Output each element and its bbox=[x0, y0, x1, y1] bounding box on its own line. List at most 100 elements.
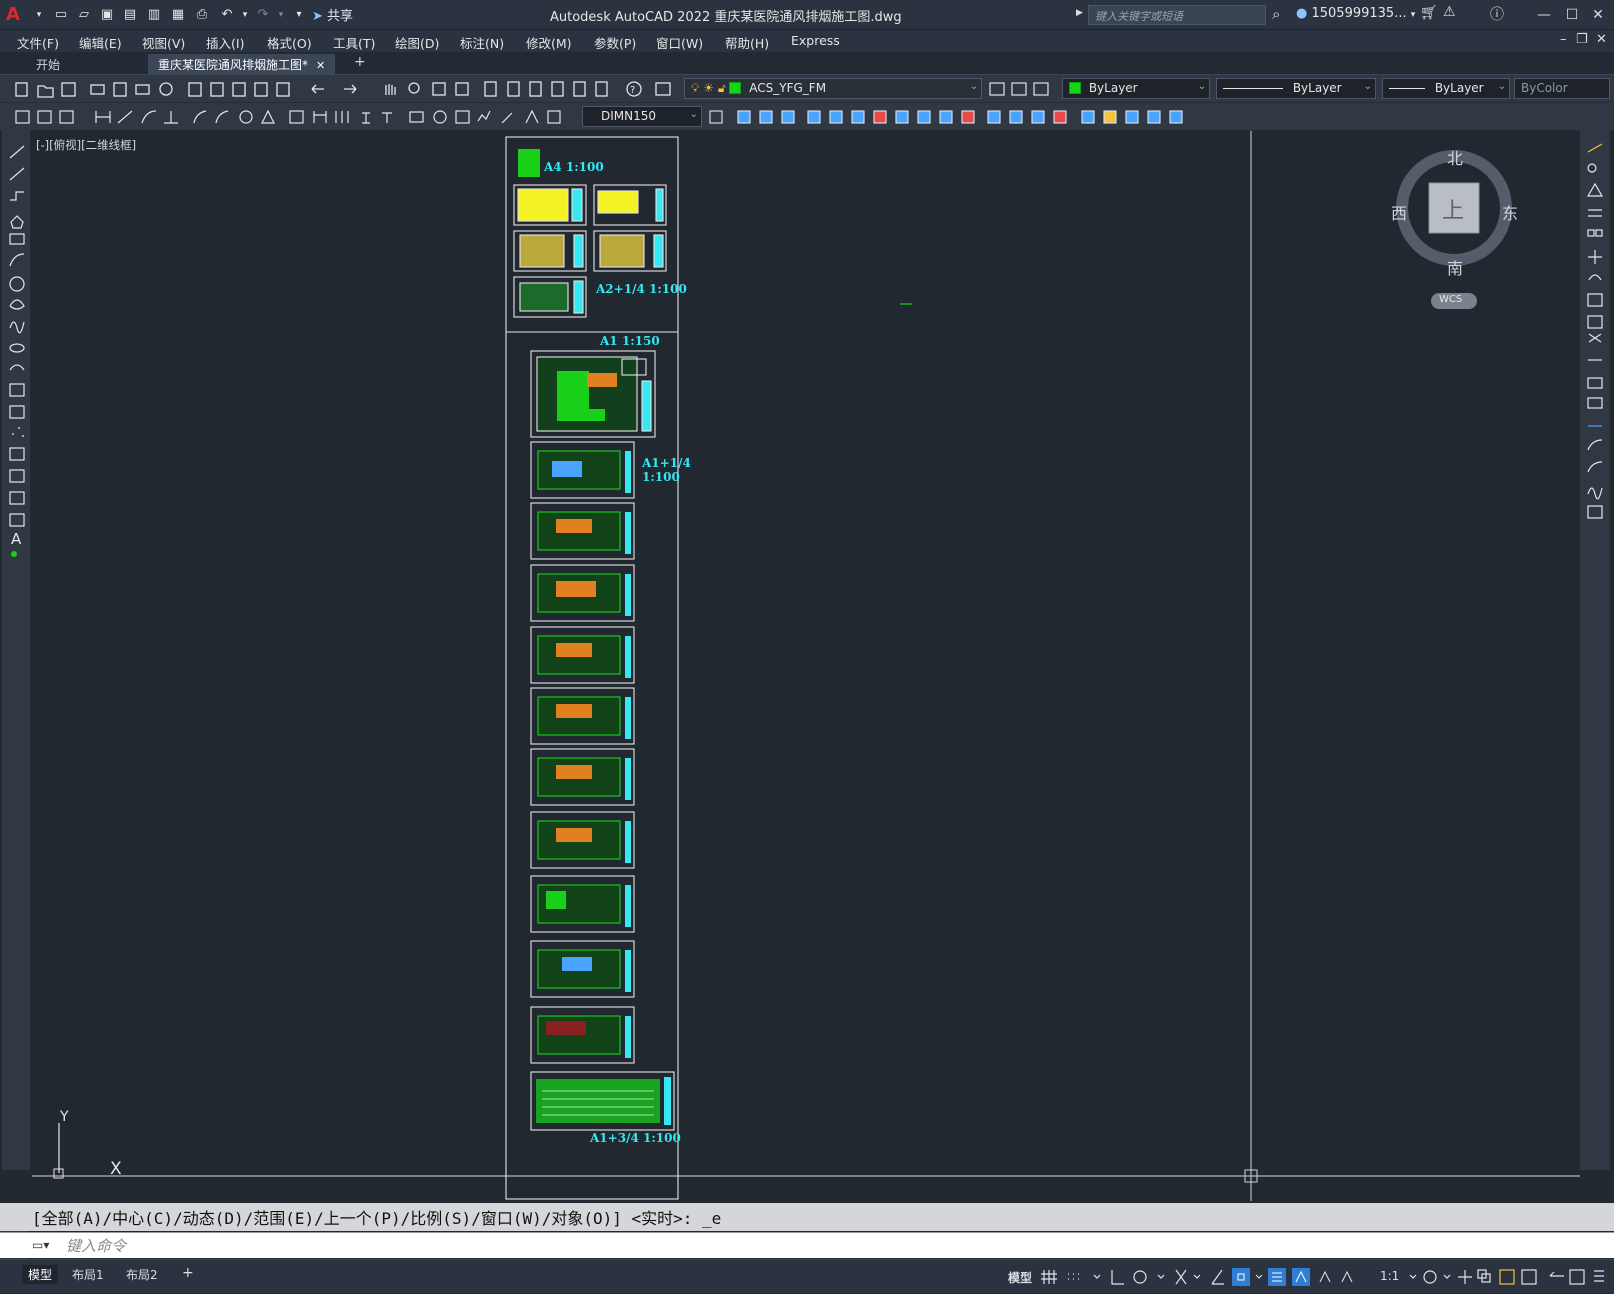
tab-drawing[interactable]: 重庆某医院通风排烟施工图* ✕ bbox=[148, 54, 336, 75]
open-web-icon[interactable]: ▦ bbox=[169, 6, 187, 24]
menu-parametric[interactable]: 参数(P) bbox=[594, 33, 636, 52]
command-recent-icon[interactable]: ▭▾ bbox=[32, 1238, 49, 1252]
modify-palette-icons[interactable] bbox=[1580, 130, 1610, 530]
expand-search-icon[interactable]: ▶ bbox=[1076, 8, 1083, 18]
standard-toolbar-icons[interactable]: ? bbox=[0, 75, 680, 103]
polar-dropdown-icon bbox=[1157, 1274, 1165, 1279]
tab-start[interactable]: 开始 bbox=[26, 54, 70, 75]
app-menu-chevron-icon[interactable]: ▾ bbox=[30, 6, 48, 24]
compass-south[interactable]: 南 bbox=[1447, 255, 1463, 279]
status-right-icons[interactable] bbox=[1408, 1260, 1614, 1294]
new-tab-button[interactable]: + bbox=[344, 54, 376, 75]
standard-toolbar: ? 💡︎ ☀ 🔓︎ ACS_YFG_FM ⌄ ByLayer ⌄ ByLayer… bbox=[0, 75, 1614, 103]
status-toggles-icons[interactable] bbox=[1040, 1260, 1390, 1294]
tb-stretch-icon bbox=[917, 110, 931, 124]
tb-dim-diameter-icon bbox=[239, 110, 253, 124]
workspace-gear-icon bbox=[1423, 1270, 1437, 1284]
layer-dropdown[interactable]: 💡︎ ☀ 🔓︎ ACS_YFG_FM ⌄ bbox=[684, 78, 982, 99]
redo-dropdown-icon[interactable]: ▾ bbox=[272, 6, 290, 24]
command-input-field[interactable]: 键入命令 bbox=[66, 1235, 126, 1256]
layout-tab-model[interactable]: 模型 bbox=[22, 1265, 59, 1284]
user-account-button[interactable]: ● 1505999135... ▾ bbox=[1296, 6, 1415, 21]
minimize-icon[interactable]: — bbox=[1530, 4, 1558, 26]
sheet-a4-1-content bbox=[517, 188, 569, 222]
tb-new-icon bbox=[15, 82, 28, 97]
open-folder-icon[interactable]: ▱ bbox=[75, 6, 93, 24]
menu-draw[interactable]: 绘图(D) bbox=[395, 33, 439, 52]
sheet-a4-3-content bbox=[519, 234, 565, 268]
maximize-icon[interactable]: ☐ bbox=[1558, 4, 1586, 26]
cart-icon[interactable]: 🛒︎ bbox=[1420, 5, 1438, 21]
new-file-icon[interactable]: ▭ bbox=[52, 6, 70, 24]
menu-view[interactable]: 视图(V) bbox=[142, 33, 185, 52]
add-layout-button[interactable]: + bbox=[176, 1265, 200, 1282]
plotstyle-dropdown[interactable]: ByColor bbox=[1514, 78, 1610, 99]
menu-modify[interactable]: 修改(M) bbox=[526, 33, 572, 52]
floor-sheet bbox=[530, 940, 635, 998]
menu-edit[interactable]: 编辑(E) bbox=[79, 33, 122, 52]
wcs-menu-button[interactable]: WCS bbox=[1439, 294, 1462, 305]
viewcube[interactable]: 北 南 东 西 上 WCS bbox=[1387, 143, 1537, 323]
plot-to-web-icon[interactable]: ▥ bbox=[145, 6, 163, 24]
tab-close-icon[interactable]: ✕ bbox=[316, 59, 325, 72]
lineweight-dropdown[interactable]: ByLayer ⌄ bbox=[1382, 78, 1510, 99]
mod-fillet-icon bbox=[1587, 461, 1603, 473]
menu-dimension[interactable]: 标注(N) bbox=[460, 33, 504, 52]
layer-tools-icons[interactable] bbox=[984, 75, 1064, 103]
search-icon[interactable]: ⌕ bbox=[1272, 5, 1280, 23]
menu-tools[interactable]: 工具(T) bbox=[333, 33, 375, 52]
dimstyle-dropdown[interactable]: DIMN150 ⌄ bbox=[582, 106, 702, 127]
tb-copy-icon bbox=[210, 82, 224, 97]
annotation-scale-value[interactable]: 1:1 bbox=[1380, 1269, 1399, 1283]
help-icon[interactable]: ⓘ bbox=[1490, 4, 1504, 24]
autodesk-app-icon[interactable]: ⚠︎ bbox=[1443, 4, 1456, 20]
draw-palette-icons[interactable]: A bbox=[2, 130, 30, 590]
search-input[interactable]: 键入关键字或短语 bbox=[1088, 5, 1266, 25]
compass-east[interactable]: 东 bbox=[1502, 200, 1518, 224]
share-icon: ➤ bbox=[312, 9, 323, 24]
redo-icon[interactable]: ↷ bbox=[254, 6, 272, 24]
annotation-visibility-icon bbox=[1292, 1268, 1310, 1286]
tb-dim-text-edit-icon bbox=[525, 109, 539, 124]
menu-window[interactable]: 窗口(W) bbox=[656, 33, 703, 52]
autocad-logo-icon[interactable]: A bbox=[6, 4, 32, 26]
plot-icon[interactable]: ⎙ bbox=[193, 6, 211, 24]
save-icon[interactable]: ▣ bbox=[98, 6, 116, 24]
customize-qat-icon[interactable]: ▾ bbox=[290, 6, 308, 24]
menu-file[interactable]: 文件(F) bbox=[17, 33, 59, 52]
menu-help[interactable]: 帮助(H) bbox=[725, 33, 769, 52]
undo-dropdown-icon[interactable]: ▾ bbox=[236, 6, 254, 24]
menu-express[interactable]: Express bbox=[791, 33, 840, 48]
dimension-toolbar-icons[interactable] bbox=[0, 103, 580, 131]
doc-close-icon[interactable]: ✕ bbox=[1596, 32, 1607, 47]
tb-dim-aligned-icon bbox=[117, 110, 133, 124]
tab-label: 开始 bbox=[36, 58, 61, 72]
undo-icon[interactable]: ↶ bbox=[218, 6, 236, 24]
tb-zoom-previous-icon bbox=[455, 82, 469, 96]
drawing-canvas[interactable]: [-][俯视][二维线框] Y X A4 1:100 A2+1/4 1:100 … bbox=[32, 131, 1580, 1201]
close-icon[interactable]: ✕ bbox=[1584, 4, 1612, 26]
draw-spline-icon bbox=[9, 321, 25, 334]
doc-minimize-icon[interactable]: – bbox=[1560, 32, 1567, 47]
chevron-down-icon: ⌄ bbox=[1363, 81, 1372, 92]
doc-restore-icon[interactable]: ❐ bbox=[1576, 32, 1588, 47]
linetype-dropdown[interactable]: ByLayer ⌄ bbox=[1216, 78, 1376, 99]
modify-toolbar-icons[interactable] bbox=[704, 103, 1224, 131]
floor-sheet bbox=[530, 811, 635, 869]
draw-polygon-icon bbox=[10, 215, 24, 229]
layout-tab-1[interactable]: 布局1 bbox=[66, 1265, 110, 1284]
share-label: 共享 bbox=[327, 9, 354, 24]
isodraft-dropdown-icon bbox=[1193, 1274, 1201, 1279]
menu-format[interactable]: 格式(O) bbox=[267, 33, 312, 52]
save-as-icon[interactable]: ▤ bbox=[121, 6, 139, 24]
compass-west[interactable]: 西 bbox=[1391, 200, 1407, 224]
compass-north[interactable]: 北 bbox=[1447, 145, 1463, 169]
menu-insert[interactable]: 插入(I) bbox=[206, 33, 244, 52]
command-input[interactable]: ▭▾ 键入命令 bbox=[0, 1232, 1614, 1258]
viewcube-top-face-label[interactable]: 上 bbox=[1442, 193, 1464, 225]
layout-tab-2[interactable]: 布局2 bbox=[120, 1265, 164, 1284]
tb-center-mark-icon bbox=[433, 110, 447, 124]
share-button[interactable]: ➤ 共享 bbox=[312, 5, 353, 24]
color-dropdown[interactable]: ByLayer ⌄ bbox=[1062, 78, 1210, 99]
model-space-toggle[interactable]: 模型 bbox=[1008, 1269, 1032, 1286]
